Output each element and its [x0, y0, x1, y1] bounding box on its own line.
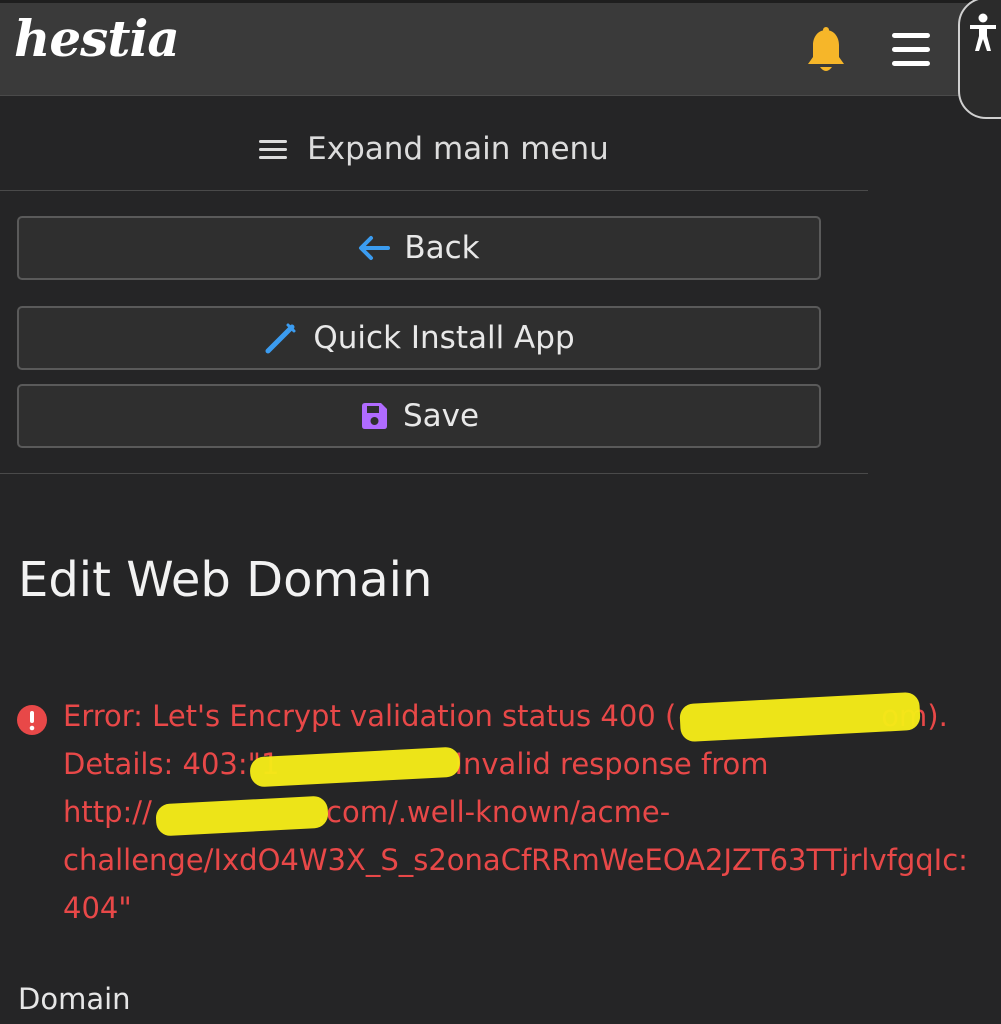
floppy-disk-icon [361, 403, 387, 429]
error-circle-icon [17, 705, 47, 735]
error-alert: Error: Let's Encrypt validation status 4… [16, 692, 1001, 932]
error-line-2: Details: 403:"1 Invalid response from [63, 747, 769, 781]
page-title: Edit Web Domain [18, 552, 433, 608]
bell-icon[interactable] [805, 27, 847, 75]
top-navbar: hestia [0, 0, 1001, 119]
save-button[interactable]: Save [17, 384, 821, 448]
back-button-label: Back [404, 230, 480, 266]
error-line-4: challenge/IxdO4W3X_S_s2onaCfRRmWeEOA2JZT… [63, 843, 968, 877]
quick-install-app-button[interactable]: Quick Install App [17, 306, 821, 370]
hestia-logo[interactable]: hestia [14, 9, 180, 68]
domain-field-label: Domain [18, 982, 131, 1016]
save-button-label: Save [402, 398, 480, 434]
quick-install-app-label: Quick Install App [313, 320, 575, 356]
magic-wand-icon [265, 323, 296, 354]
accessibility-button[interactable] [958, 0, 1001, 119]
divider [0, 473, 868, 474]
expand-main-menu[interactable]: Expand main menu [0, 108, 868, 191]
hamburger-menu-icon[interactable] [892, 33, 930, 67]
arrow-left-icon [359, 236, 391, 260]
expand-main-menu-label: Expand main menu [307, 131, 609, 167]
error-line-5: 404" [63, 891, 132, 925]
back-button[interactable]: Back [17, 216, 821, 280]
menu-lines-icon [259, 135, 288, 164]
accessibility-icon [970, 13, 996, 51]
